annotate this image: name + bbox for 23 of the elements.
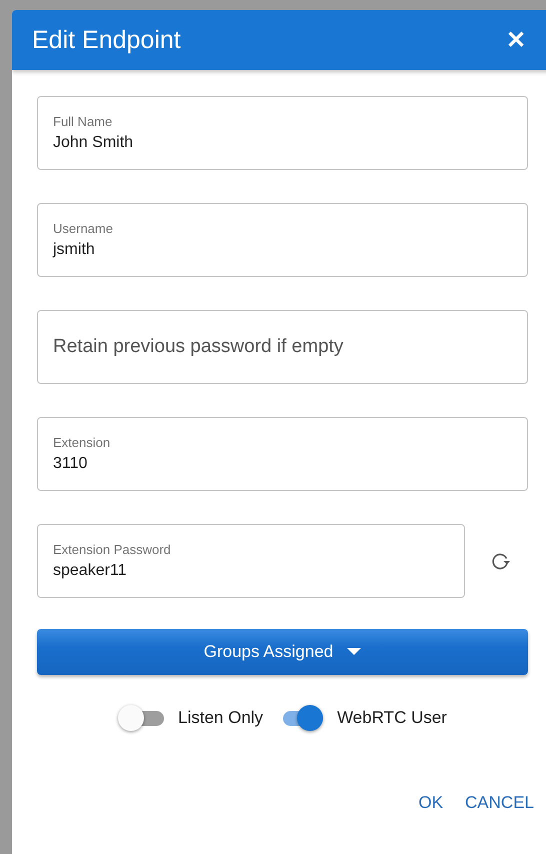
dialog-action-button[interactable]: CANCEL (459, 789, 540, 817)
toggle-label: Listen Only (178, 708, 264, 728)
close-button[interactable]: ✕ (506, 26, 526, 54)
groups-dropdown-button[interactable]: Groups Assigned (37, 629, 528, 675)
field-label: Extension Password (53, 542, 172, 557)
dialog-title: Edit Endpoint (32, 26, 181, 54)
caret-icon (347, 648, 362, 656)
toggle-label: WebRTC User (337, 708, 447, 728)
field-label: Extension (53, 435, 112, 450)
input-field[interactable]: Extension 3110 (37, 417, 528, 491)
input-field[interactable]: Extension Password speaker11 (37, 524, 465, 598)
field-label: Full Name (53, 114, 114, 129)
input-field[interactable]: Username jsmith (37, 203, 528, 277)
toggle-switch[interactable] (118, 705, 164, 731)
field-value: jsmith (53, 241, 95, 259)
field-placeholder: Retain previous password if empty (53, 336, 344, 358)
dialog-action-button[interactable]: OK (412, 789, 450, 817)
field-label: Username (53, 221, 114, 236)
field-value: John Smith (53, 134, 134, 152)
field-value: 3110 (53, 455, 88, 473)
input-field[interactable]: Retain previous password if empty (37, 310, 528, 384)
field-value: speaker11 (53, 562, 127, 580)
input-field[interactable]: Full Name John Smith (37, 96, 528, 170)
